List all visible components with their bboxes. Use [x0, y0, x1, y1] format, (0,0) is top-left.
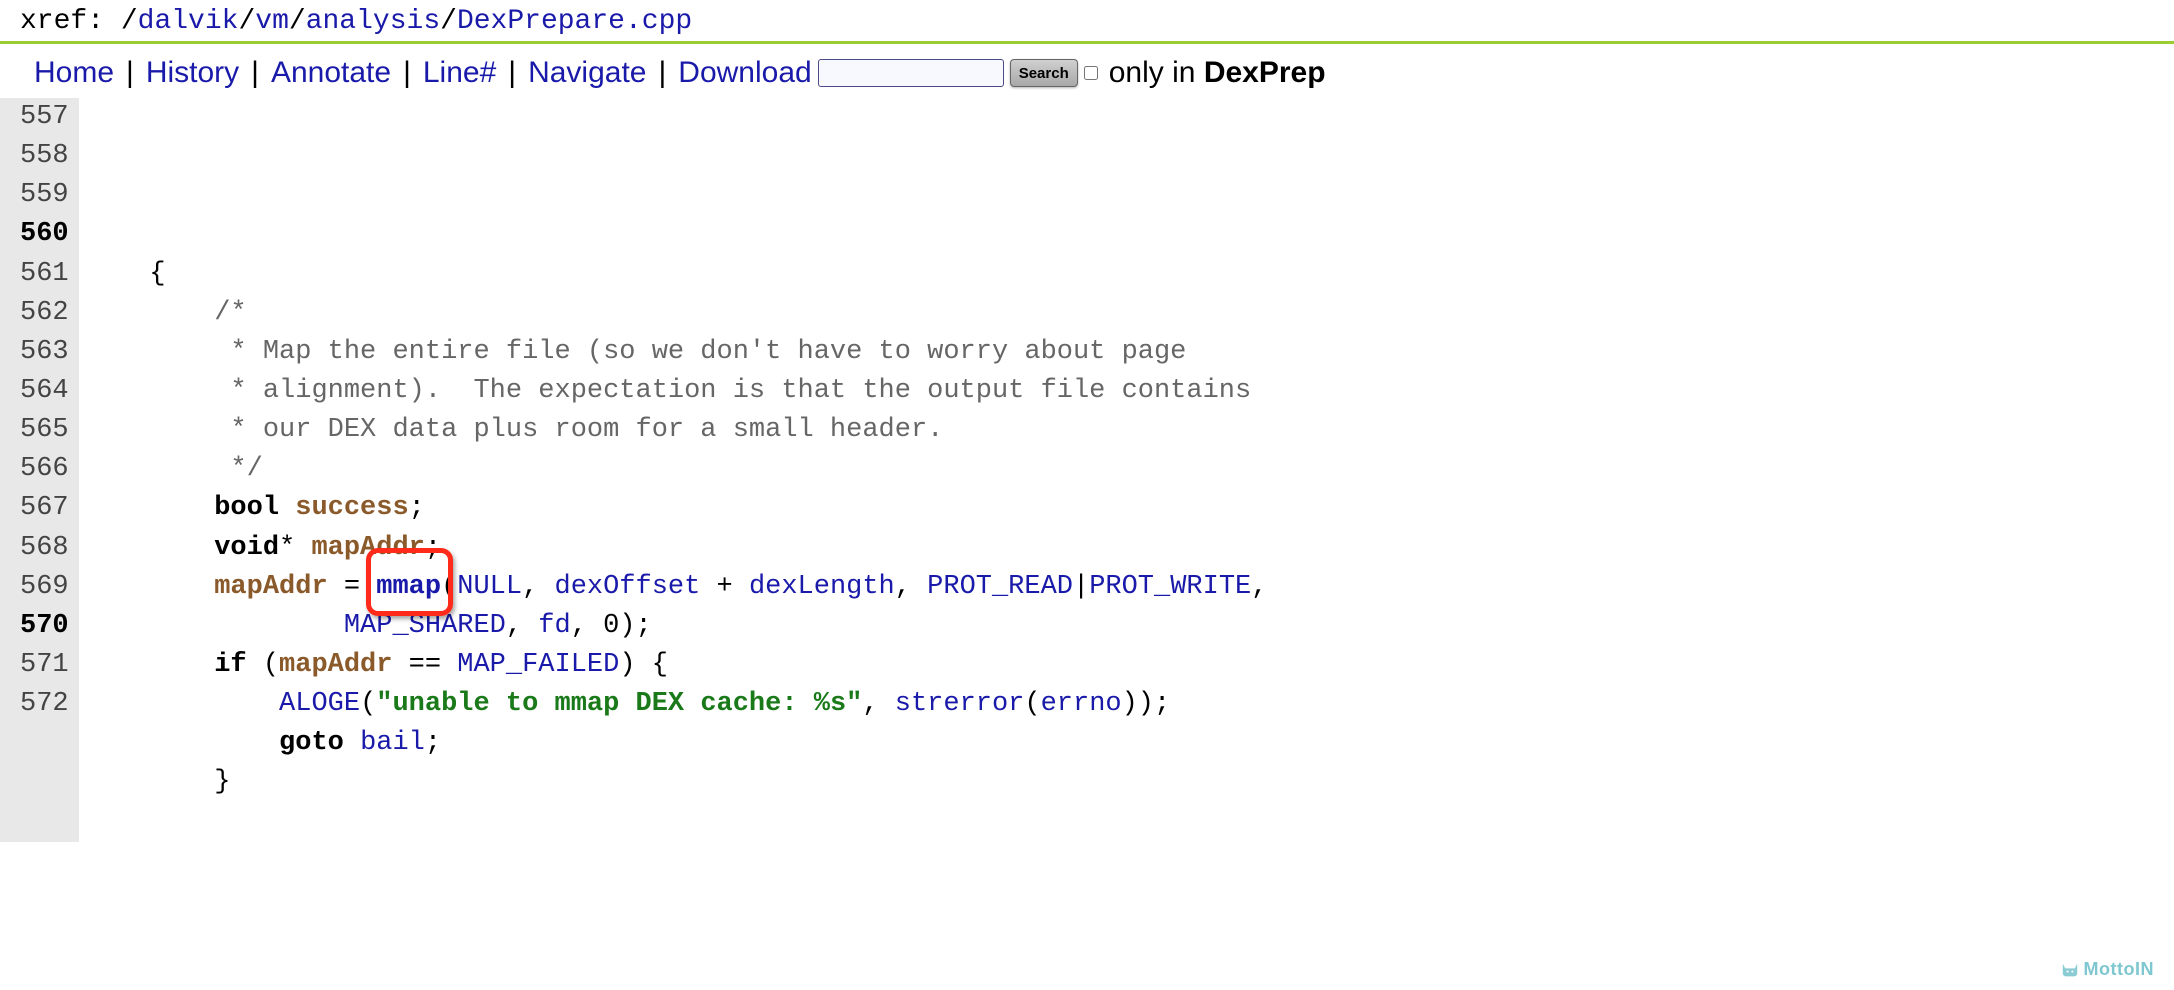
- symbol-link[interactable]: errno: [1041, 689, 1122, 719]
- code-line: ALOGE("unable to mmap DEX cache: %s", st…: [85, 685, 1268, 724]
- code-line: [85, 215, 1268, 254]
- symbol-link[interactable]: dexOffset: [555, 572, 701, 602]
- code-line: * alignment). The expectation is that th…: [85, 372, 1268, 411]
- symbol-link[interactable]: fd: [538, 611, 570, 641]
- code-line: MAP_SHARED, fd, 0);: [85, 607, 1268, 646]
- symbol-link[interactable]: bail: [360, 728, 425, 758]
- code-line: * Map the entire file (so we don't have …: [85, 333, 1268, 372]
- breadcrumb-segment[interactable]: dalvik: [138, 6, 239, 37]
- line-number-gutter: 5575585595605615625635645655665675685695…: [0, 98, 79, 842]
- line-link[interactable]: Line#: [423, 56, 496, 90]
- line-number[interactable]: 562: [20, 294, 69, 333]
- code-line: * our DEX data plus room for a small hea…: [85, 411, 1268, 450]
- navigate-link[interactable]: Navigate: [528, 56, 646, 90]
- symbol-link[interactable]: mmap: [376, 572, 441, 602]
- breadcrumb-segment[interactable]: analysis: [306, 6, 440, 37]
- line-number[interactable]: 567: [20, 489, 69, 528]
- code-line: {: [85, 255, 1268, 294]
- line-number[interactable]: 561: [20, 255, 69, 294]
- code-line: goto bail;: [85, 724, 1268, 763]
- separator: |: [658, 56, 666, 90]
- toolbar: Home | History | Annotate | Line# | Navi…: [0, 44, 2174, 98]
- only-in-label: only in DexPrep: [1109, 56, 1326, 90]
- separator: |: [126, 56, 134, 90]
- code-line: }: [85, 763, 1268, 802]
- symbol-link[interactable]: PROT_READ: [927, 572, 1073, 602]
- line-number[interactable]: 570: [20, 607, 69, 646]
- cat-icon: [2060, 962, 2080, 978]
- line-number[interactable]: 571: [20, 646, 69, 685]
- download-link[interactable]: Download: [678, 56, 811, 90]
- breadcrumb-segment[interactable]: DexPrepare.cpp: [457, 6, 692, 37]
- symbol-link[interactable]: dexLength: [749, 572, 895, 602]
- symbol-link[interactable]: MAP_FAILED: [457, 650, 619, 680]
- symbol-link[interactable]: PROT_WRITE: [1089, 572, 1251, 602]
- home-link[interactable]: Home: [34, 56, 114, 90]
- line-number[interactable]: 566: [20, 450, 69, 489]
- separator: |: [403, 56, 411, 90]
- code-line: if (mapAddr == MAP_FAILED) {: [85, 646, 1268, 685]
- line-number[interactable]: 565: [20, 411, 69, 450]
- history-link[interactable]: History: [146, 56, 239, 90]
- symbol-link[interactable]: MAP_SHARED: [344, 611, 506, 641]
- line-number[interactable]: 560: [20, 215, 69, 254]
- code-viewer: 5575585595605615625635645655665675685695…: [0, 98, 2174, 842]
- line-number[interactable]: 572: [20, 685, 69, 724]
- line-number[interactable]: 557: [20, 98, 69, 137]
- code-line: /*: [85, 294, 1268, 333]
- symbol-link[interactable]: ALOGE: [279, 689, 360, 719]
- breadcrumb: xref: /dalvik/vm/analysis/DexPrepare.cpp: [0, 0, 2174, 44]
- code-line: */: [85, 450, 1268, 489]
- line-number[interactable]: 563: [20, 333, 69, 372]
- code-line: [85, 803, 1268, 842]
- breadcrumb-path: /dalvik/vm/analysis/DexPrepare.cpp: [121, 6, 692, 37]
- separator: |: [251, 56, 259, 90]
- line-number[interactable]: 558: [20, 137, 69, 176]
- line-number[interactable]: 569: [20, 568, 69, 607]
- code-line: void* mapAddr;: [85, 529, 1268, 568]
- search-input[interactable]: [818, 59, 1004, 87]
- annotate-link[interactable]: Annotate: [271, 56, 391, 90]
- line-number[interactable]: 568: [20, 529, 69, 568]
- breadcrumb-segment[interactable]: vm: [255, 6, 289, 37]
- symbol-link[interactable]: strerror: [895, 689, 1025, 719]
- watermark: MottoIN: [2060, 959, 2154, 980]
- code-content: { /* * Map the entire file (so we don't …: [79, 98, 1268, 842]
- xref-label: xref: [20, 6, 87, 37]
- only-in-checkbox[interactable]: [1084, 66, 1098, 80]
- line-number[interactable]: 564: [20, 372, 69, 411]
- separator: |: [508, 56, 516, 90]
- line-number[interactable]: 559: [20, 176, 69, 215]
- code-line: bool success;: [85, 489, 1268, 528]
- code-line: mapAddr = mmap(NULL, dexOffset + dexLeng…: [85, 568, 1268, 607]
- search-button[interactable]: Search: [1010, 59, 1078, 87]
- symbol-link[interactable]: NULL: [457, 572, 522, 602]
